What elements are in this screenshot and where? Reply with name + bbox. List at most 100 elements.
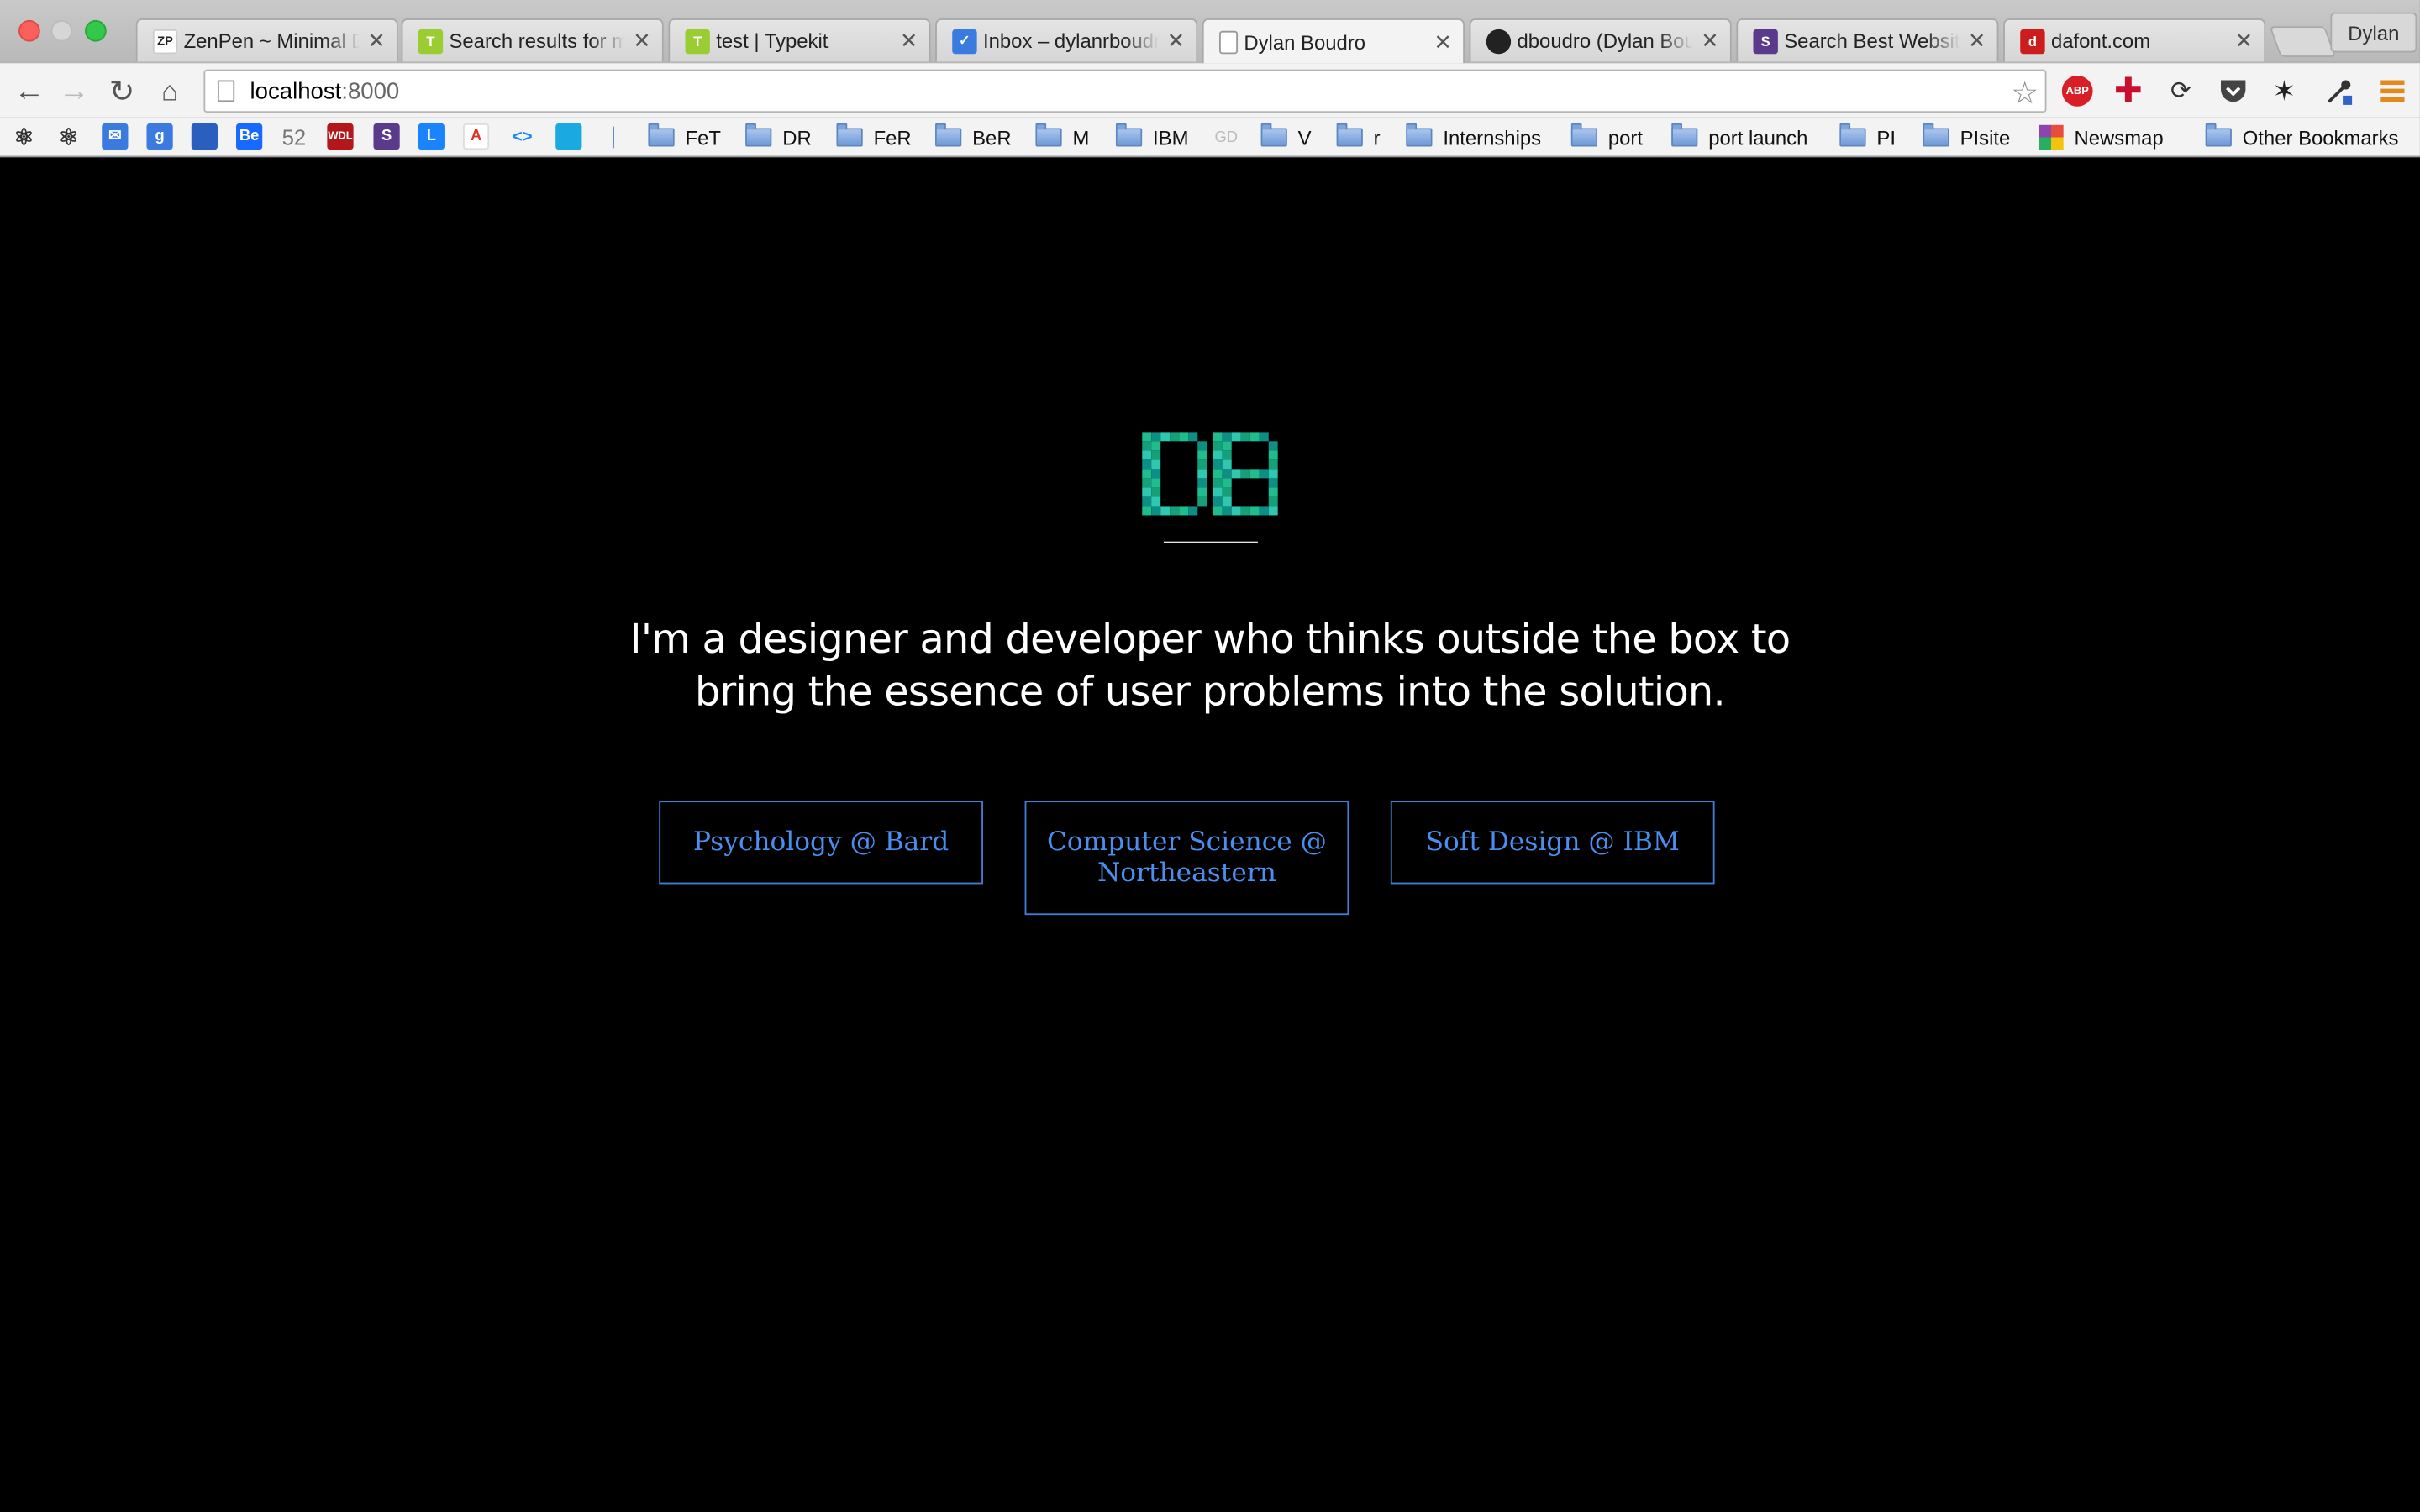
logo-pixel [1188, 506, 1198, 516]
close-tab-icon[interactable]: ✕ [1966, 28, 1988, 54]
bookmark-other-bookmarks[interactable]: Other Bookmarks [2205, 123, 2399, 151]
bookmark-folder-m[interactable]: M [1035, 123, 1089, 151]
bookmark-folder-ber[interactable]: BeR [935, 123, 1012, 151]
wdl-icon[interactable]: WDL [327, 123, 354, 150]
tab-title: dafont.com [2050, 29, 2151, 53]
tab-zenpen[interactable]: ZP ZenPen ~ Minimal D ✕ [135, 18, 398, 62]
newsmap-icon [2039, 124, 2064, 150]
adobe-icon[interactable]: A [463, 123, 490, 150]
logo-pixel [1240, 469, 1250, 479]
logo-pixel [1213, 487, 1223, 497]
bookmark-folder-dr[interactable]: DR [745, 123, 812, 151]
tab-title: ZenPen ~ Minimal D [183, 29, 360, 53]
logo-pixel [1197, 441, 1207, 451]
bookmark-folder-port-launch[interactable]: port launch [1671, 123, 1807, 151]
bookmark-folder-fer[interactable]: FeR [836, 123, 912, 151]
close-window-button[interactable] [18, 19, 40, 42]
bookmark-separator [613, 126, 615, 149]
close-tab-icon[interactable]: ✕ [2233, 28, 2255, 54]
zoom-window-button[interactable] [85, 19, 107, 42]
folder-icon [1260, 123, 1287, 147]
tab-title: test | Typekit [716, 29, 829, 53]
bookmark-folder-r[interactable]: r [1336, 123, 1381, 151]
db-logo [1142, 432, 1278, 516]
folder-icon [1406, 123, 1433, 147]
logo-pixel [1197, 478, 1207, 488]
bookmarks-bar: ⚛ ⚛ ✉ g Be 52 WDL S L A <> FeT DR FeR Be… [0, 117, 2420, 158]
s-icon[interactable]: S [373, 123, 400, 150]
forward-arrow-icon[interactable]: → [55, 72, 92, 109]
home-icon[interactable]: ⌂ [151, 72, 188, 109]
close-tab-icon[interactable]: ✕ [1165, 28, 1187, 54]
logo-pixel [1151, 496, 1161, 507]
bookmark-folder-v[interactable]: V [1260, 123, 1312, 151]
adblock-icon[interactable]: ABP [2061, 75, 2093, 107]
tab-title: Search Best Website [1784, 29, 1960, 53]
code-icon[interactable]: <> [509, 123, 535, 150]
logo-pixel [1188, 432, 1198, 442]
reload-icon[interactable]: ↻ [103, 72, 140, 109]
computer-science-northeastern-button[interactable]: Computer Science @ Northeastern [1024, 801, 1349, 916]
tab-typekit-test[interactable]: T test | Typekit ✕ [668, 18, 931, 62]
tab-inbox[interactable]: ✓ Inbox – dylanrboudr ✕ [935, 18, 1198, 62]
tumblr-like-icon[interactable] [555, 123, 582, 150]
logo-pixel [1197, 487, 1207, 497]
back-arrow-icon[interactable]: ← [11, 72, 48, 109]
sync-icon[interactable]: ⟳ [2165, 76, 2196, 107]
atom-icon-1[interactable]: ⚛ [11, 123, 37, 150]
bookmark-newsmap[interactable]: Newsmap [2039, 123, 2164, 151]
bookmark-folder-ibm[interactable]: IBM [1115, 123, 1188, 151]
bookmark-gd-icon[interactable]: GD [1214, 123, 1238, 151]
page-icon [217, 80, 235, 102]
l-icon[interactable]: L [418, 123, 445, 150]
inbox-bookmark-icon[interactable]: ✉ [102, 123, 129, 150]
bookmark-star-icon[interactable]: ☆ [2011, 74, 2039, 113]
logo-divider [1163, 541, 1258, 543]
folder-icon [836, 123, 863, 147]
logo-pixel [1142, 487, 1152, 497]
google-icon[interactable]: g [146, 123, 173, 150]
bookmark-folder-pi[interactable]: PI [1839, 123, 1896, 151]
atom-icon-2[interactable]: ⚛ [55, 123, 82, 150]
url-text[interactable]: localhost:8000 [250, 78, 400, 104]
health-cross-icon[interactable]: ✚ [2112, 71, 2144, 109]
bookmark-folder-fet[interactable]: FeT [648, 123, 721, 151]
profile-button[interactable]: Dylan [2330, 12, 2417, 53]
bird-icon[interactable]: ✶ [2269, 75, 2300, 107]
eyedropper-icon[interactable] [2324, 76, 2355, 107]
soft-design-ibm-button[interactable]: Soft Design @ IBM [1390, 801, 1715, 885]
behance-icon[interactable]: Be [236, 123, 263, 150]
tab-dafont[interactable]: d dafont.com ✕ [2003, 18, 2266, 62]
logo-pixel [1213, 450, 1223, 460]
bookmark-folder-port[interactable]: port [1570, 123, 1643, 151]
close-tab-icon[interactable]: ✕ [631, 28, 653, 54]
tab-search-results[interactable]: T Search results for m ✕ [401, 18, 664, 62]
tab-github[interactable]: dboudro (Dylan Bou ✕ [1469, 18, 1732, 62]
logo-pixel [1268, 496, 1278, 507]
logo-pixel [1151, 469, 1161, 479]
close-tab-icon[interactable]: ✕ [366, 28, 387, 54]
address-bar[interactable]: localhost:8000 ☆ [203, 69, 2047, 113]
close-tab-icon[interactable]: ✕ [898, 28, 920, 54]
logo-pixel [1197, 459, 1207, 470]
logo-pixel [1240, 432, 1250, 442]
bookmark-folder-pisite[interactable]: PIsite [1923, 123, 2010, 151]
bookmark-folder-internships[interactable]: Internships [1406, 123, 1541, 151]
logo-pixel [1151, 432, 1161, 442]
menu-icon[interactable] [2377, 76, 2408, 107]
logo-pixel [1222, 469, 1232, 479]
new-tab-button[interactable] [2269, 26, 2337, 57]
psychology-bard-button[interactable]: Psychology @ Bard [659, 801, 983, 885]
logo-pixel [1213, 459, 1223, 470]
tab-best-website[interactable]: S Search Best Website ✕ [1736, 18, 1999, 62]
tab-dylan-boudro[interactable]: Dylan Boudro ✕ [1202, 18, 1465, 64]
close-tab-icon[interactable]: ✕ [1432, 29, 1454, 55]
logo-pixel [1213, 496, 1223, 507]
pocket-icon[interactable] [2217, 76, 2249, 107]
logo-pixel [1222, 450, 1232, 460]
close-tab-icon[interactable]: ✕ [1699, 28, 1721, 54]
fiftytwo-icon[interactable]: 52 [281, 123, 307, 150]
logo-pixel [1259, 432, 1269, 442]
trello-icon[interactable] [191, 123, 218, 150]
minimize-window-button[interactable] [50, 19, 73, 42]
